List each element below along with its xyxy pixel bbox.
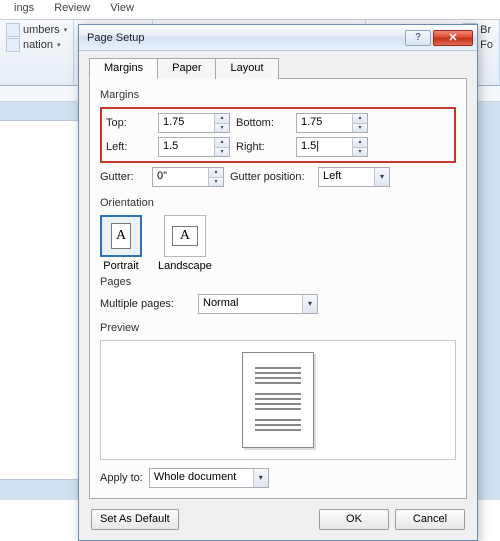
dialog-tabs: Margins Paper Layout	[89, 57, 467, 78]
hyphenation-button[interactable]: nation▾	[6, 38, 67, 52]
tab-view[interactable]: View	[100, 0, 144, 19]
gutter-position-combo[interactable]: Left▾	[318, 167, 390, 187]
ribbon-group-pagesetup-partial: umbers▾ nation▾	[0, 20, 74, 85]
orientation-portrait[interactable]: A Portrait	[100, 215, 142, 272]
margin-right-input[interactable]: 1.5|▴▾	[296, 137, 368, 157]
page-setup-dialog: Page Setup ? ✕ Margins Paper Layout Marg…	[78, 24, 478, 541]
ribbon-tabs: ings Review View	[0, 0, 500, 20]
gutter-input[interactable]: 0"▴▾	[152, 167, 224, 187]
tab-paper[interactable]: Paper	[157, 58, 216, 79]
margin-top-input[interactable]: 1.75▴▾	[158, 113, 230, 133]
line-numbers-button[interactable]: umbers▾	[6, 23, 67, 37]
margin-bottom-input[interactable]: 1.75▴▾	[296, 113, 368, 133]
doc-heading: ns	[0, 155, 61, 167]
margin-top-label: Top:	[106, 117, 158, 129]
tab-review[interactable]: Review	[44, 0, 100, 19]
gutter-position-label: Gutter position:	[230, 171, 318, 183]
close-icon: ✕	[448, 31, 457, 44]
margins-highlight-box: Top: 1.75▴▾ Bottom: 1.75▴▾ Left: 1.5▴▾ R…	[100, 107, 456, 163]
help-button[interactable]: ?	[405, 30, 431, 46]
preview-section-title: Preview	[100, 322, 456, 334]
margin-bottom-label: Bottom:	[236, 117, 296, 129]
document-page: ns	[0, 120, 80, 480]
preview-box	[100, 340, 456, 460]
multiple-pages-combo[interactable]: Normal▾	[198, 294, 318, 314]
orientation-landscape[interactable]: A Landscape	[158, 215, 212, 272]
margin-left-input[interactable]: 1.5▴▾	[158, 137, 230, 157]
gutter-label: Gutter:	[100, 171, 152, 183]
landscape-icon: A	[172, 226, 198, 246]
tab-margins[interactable]: Margins	[89, 58, 158, 79]
dialog-footer: Set As Default OK Cancel	[89, 507, 467, 532]
apply-to-combo[interactable]: Whole document▾	[149, 468, 269, 488]
tab-panel-margins: Margins Top: 1.75▴▾ Bottom: 1.75▴▾ Left:…	[89, 78, 467, 499]
margins-section-title: Margins	[100, 89, 456, 101]
margin-left-label: Left:	[106, 141, 158, 153]
orientation-section-title: Orientation	[100, 197, 456, 209]
hyphenation-icon	[6, 38, 20, 52]
pages-section-title: Pages	[100, 276, 456, 288]
multiple-pages-label: Multiple pages:	[100, 298, 190, 310]
margin-right-label: Right:	[236, 141, 296, 153]
ok-button[interactable]: OK	[319, 509, 389, 530]
dialog-titlebar[interactable]: Page Setup ? ✕	[79, 25, 477, 51]
cancel-button[interactable]: Cancel	[395, 509, 465, 530]
close-button[interactable]: ✕	[433, 30, 473, 46]
preview-page-icon	[242, 352, 314, 448]
dialog-title: Page Setup	[87, 32, 403, 44]
tab-layout[interactable]: Layout	[215, 58, 278, 79]
tab-mailings[interactable]: ings	[4, 0, 44, 19]
portrait-icon: A	[111, 223, 131, 249]
apply-to-label: Apply to:	[100, 472, 143, 484]
set-as-default-button[interactable]: Set As Default	[91, 509, 179, 530]
line-numbers-icon	[6, 23, 20, 37]
